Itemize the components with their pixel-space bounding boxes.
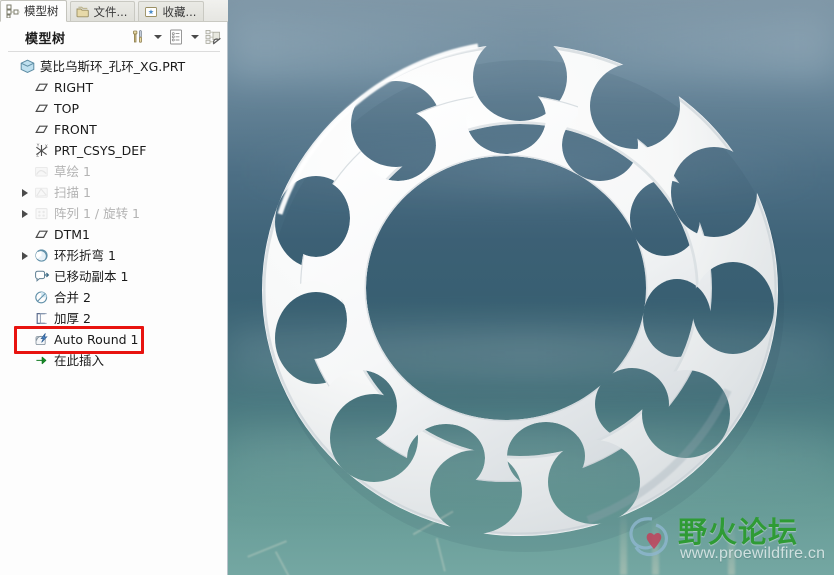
tab-label: 文件... xyxy=(93,4,128,19)
tree-node[interactable]: DTM1 xyxy=(0,224,227,245)
tree-node-label: PRT_CSYS_DEF xyxy=(54,143,147,158)
tree-node-label: TOP xyxy=(54,101,80,116)
svg-text:X: X xyxy=(45,144,48,149)
moved-copy-icon xyxy=(32,268,50,286)
tree-node[interactable]: 在此插入 xyxy=(0,350,227,371)
tree-node-label: 已移动副本 1 xyxy=(54,269,129,284)
tree-node-label: 扫描 1 xyxy=(54,185,91,200)
settings-tools-icon[interactable] xyxy=(128,25,150,49)
tree-node-label: 加厚 2 xyxy=(54,311,91,326)
tree-node-label: 莫比乌斯环_孔环_XG.PRT xyxy=(40,59,186,74)
tree-node[interactable]: 加厚 2 xyxy=(0,308,227,329)
insert-here-icon xyxy=(32,352,50,370)
panel-divider xyxy=(8,51,220,52)
model-geometry[interactable] xyxy=(228,0,834,575)
tab-model-tree[interactable]: 模型树 xyxy=(0,0,67,22)
application-window: 模型树 文件... 收藏... 模型树 莫比乌斯环_孔环_XG.PRT RIGH… xyxy=(0,0,834,575)
tab-favorites[interactable]: 收藏... xyxy=(138,1,205,21)
tree-node[interactable]: 扫描 1 xyxy=(0,182,227,203)
tree-icon xyxy=(6,4,20,19)
datum-plane-icon xyxy=(32,226,50,244)
tree-node[interactable]: Y X Z PRT_CSYS_DEF xyxy=(0,140,227,161)
sweep-icon xyxy=(32,184,50,202)
merge-icon xyxy=(32,289,50,307)
datum-plane-icon xyxy=(32,100,50,118)
tab-label: 收藏... xyxy=(162,4,197,19)
tab-folder[interactable]: 文件... xyxy=(69,1,136,21)
svg-text:Y: Y xyxy=(36,143,39,148)
forum-logo-icon xyxy=(629,517,668,557)
tree-node[interactable]: 莫比乌斯环_孔环_XG.PRT xyxy=(0,56,227,77)
tree-node-label: DTM1 xyxy=(54,227,90,242)
folder-icon xyxy=(76,5,90,19)
favorites-icon xyxy=(144,5,158,19)
expand-triangle-icon[interactable] xyxy=(18,203,32,224)
tree-node[interactable]: 合并 2 xyxy=(0,287,227,308)
thicken-icon xyxy=(32,310,50,328)
tree-node[interactable]: 草绘 1 xyxy=(0,161,227,182)
tree-node[interactable]: 阵列 1 / 旋转 1 xyxy=(0,203,227,224)
tree-columns-icon[interactable] xyxy=(165,25,187,49)
tree-node[interactable]: TOP xyxy=(0,98,227,119)
pattern-icon xyxy=(32,205,50,223)
tab-label: 模型树 xyxy=(24,4,59,18)
panel-header: 模型树 xyxy=(0,22,227,52)
auto-round-icon xyxy=(32,331,50,349)
tree-node[interactable]: Auto Round 1 xyxy=(0,329,227,350)
tree-node[interactable]: RIGHT xyxy=(0,77,227,98)
tree-node-label: Auto Round 1 xyxy=(54,332,139,347)
tree-filter-off-icon[interactable] xyxy=(202,25,224,49)
tree-node-label: 草绘 1 xyxy=(54,164,91,179)
model-tree-list[interactable]: 莫比乌斯环_孔环_XG.PRT RIGHT TOP FRONT Y X Z PRT_CS… xyxy=(0,56,227,371)
panel-tab-strip: 模型树 文件... 收藏... xyxy=(0,0,228,22)
part-icon xyxy=(18,58,36,76)
toroidal-bend-icon xyxy=(32,247,50,265)
graphics-viewport[interactable]: 野火论坛 www.proewildfire.cn xyxy=(228,0,834,575)
coordinate-system-icon: Y X Z xyxy=(32,142,50,160)
page-title: 模型树 xyxy=(25,31,66,47)
svg-text:Z: Z xyxy=(36,152,39,157)
tree-node-label: FRONT xyxy=(54,122,97,137)
expand-triangle-icon[interactable] xyxy=(18,245,32,266)
tree-node[interactable]: 环形折弯 1 xyxy=(0,245,227,266)
tree-node-label: 环形折弯 1 xyxy=(54,248,116,263)
chevron-down-icon[interactable] xyxy=(188,25,201,49)
watermark: 野火论坛 www.proewildfire.cn xyxy=(620,507,828,569)
tree-node-label: 在此插入 xyxy=(54,353,105,368)
panel-toolbar xyxy=(128,22,224,52)
tree-node-label: 合并 2 xyxy=(54,290,91,305)
tree-node[interactable]: FRONT xyxy=(0,119,227,140)
datum-plane-icon xyxy=(32,121,50,139)
tree-node[interactable]: 已移动副本 1 xyxy=(0,266,227,287)
chevron-down-icon[interactable] xyxy=(151,25,164,49)
watermark-url: www.proewildfire.cn xyxy=(680,545,826,562)
model-tree-panel: 模型树 文件... 收藏... 模型树 莫比乌斯环_孔环_XG.PRT RIGH… xyxy=(0,0,228,575)
expand-triangle-icon[interactable] xyxy=(18,182,32,203)
sketch-icon xyxy=(32,163,50,181)
tree-node-label: 阵列 1 / 旋转 1 xyxy=(54,206,141,221)
tree-node-label: RIGHT xyxy=(54,80,94,95)
datum-plane-icon xyxy=(32,79,50,97)
